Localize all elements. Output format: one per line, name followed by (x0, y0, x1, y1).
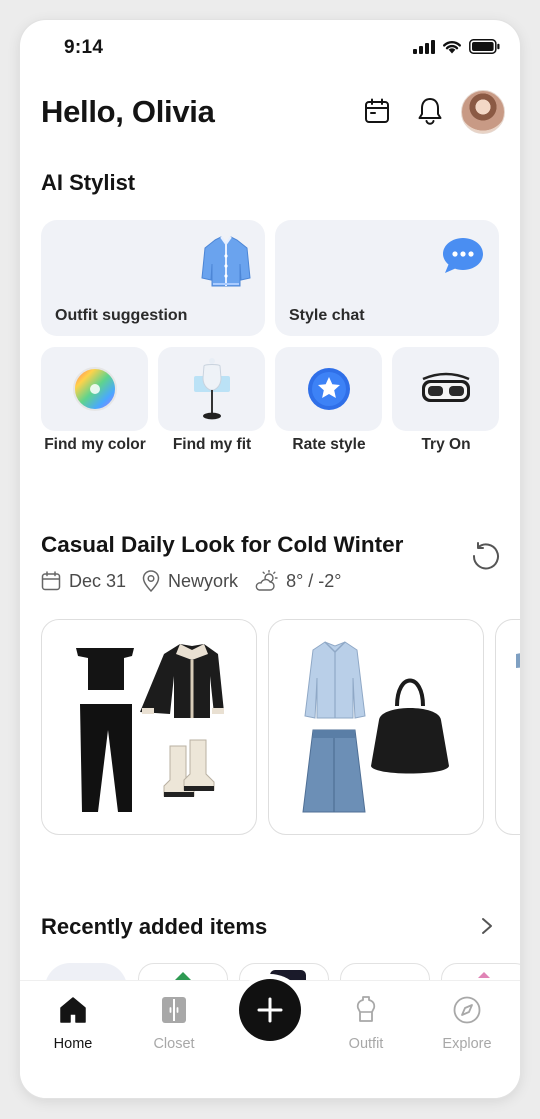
location-text: Newyork (168, 570, 239, 591)
partly-cloudy-icon (255, 570, 278, 591)
find-my-color-card[interactable] (41, 347, 148, 431)
refresh-button[interactable] (470, 541, 500, 571)
bottom-nav: Home Closet Outfit Explore (20, 979, 520, 1098)
nav-outfit-label: Outfit (348, 1036, 384, 1052)
find-my-fit-card[interactable] (158, 347, 265, 431)
dress-form-icon (356, 996, 376, 1022)
date-text: Dec 31 (69, 570, 127, 591)
daily-look-meta: Dec 31 Newyork 8° / -2° (41, 570, 357, 592)
notification-button[interactable] (415, 96, 445, 126)
outfit-2-image (302, 641, 449, 813)
outfit-suggestion-label: Outfit suggestion (55, 307, 188, 324)
weather-text: 8° / -2° (286, 570, 342, 591)
outfit-card-2[interactable] (268, 619, 484, 835)
profile-avatar[interactable] (461, 90, 505, 134)
compass-icon (453, 996, 481, 1024)
see-all-recent-button[interactable] (472, 911, 502, 941)
vr-headset-icon (421, 372, 470, 402)
nav-home[interactable]: Home (28, 995, 118, 1052)
closet-icon (162, 997, 186, 1023)
status-time: 9:14 (64, 37, 104, 58)
status-icons (413, 39, 500, 54)
bell-icon (418, 98, 442, 125)
date-group: Dec 31 (41, 571, 126, 592)
cellular-signal-icon (413, 39, 435, 54)
phone-screen: 9:14 Hello, Olivia AI Stylist Outfit sug… (20, 20, 520, 1098)
style-chat-card[interactable]: Style chat (275, 220, 499, 336)
add-item-button[interactable] (239, 979, 301, 1041)
home-icon (60, 997, 86, 1023)
rate-style-card[interactable] (275, 347, 382, 431)
calendar-small-icon (41, 571, 61, 591)
nav-home-label: Home (53, 1036, 93, 1052)
outfit-suggestion-card[interactable]: Outfit suggestion (41, 220, 265, 336)
mannequin-icon (193, 358, 230, 420)
nav-explore-label: Explore (442, 1036, 492, 1052)
wifi-icon (443, 41, 461, 54)
find-my-fit-label: Find my fit (172, 436, 252, 453)
outfit-card-1[interactable] (41, 619, 257, 835)
weather-group: 8° / -2° (254, 570, 341, 592)
nav-closet-label: Closet (153, 1036, 195, 1052)
star-badge-icon (307, 368, 350, 410)
refresh-icon (472, 542, 499, 570)
chat-bubble-icon (441, 236, 485, 281)
nav-explore[interactable]: Explore (422, 995, 512, 1052)
battery-icon (469, 39, 500, 54)
cardigan-icon (201, 234, 251, 295)
nav-closet[interactable]: Closet (129, 995, 219, 1052)
recently-added-title: Recently added items (41, 914, 268, 939)
daily-look-title: Casual Daily Look for Cold Winter (41, 532, 404, 557)
outfit-1-image (76, 644, 224, 812)
nav-outfit[interactable]: Outfit (321, 995, 411, 1052)
outfit-3-image (516, 653, 520, 668)
location-pin-icon (142, 570, 160, 592)
location-group: Newyork (142, 570, 238, 592)
try-on-card[interactable] (392, 347, 499, 431)
try-on-label: Try On (421, 436, 471, 453)
color-wheel-icon (72, 367, 117, 411)
ai-stylist-title: AI Stylist (41, 170, 136, 195)
find-my-color-label: Find my color (44, 436, 146, 453)
plus-icon (257, 997, 283, 1023)
rate-style-label: Rate style (292, 436, 366, 453)
greeting-title: Hello, Olivia (41, 94, 215, 129)
style-chat-label: Style chat (289, 307, 365, 324)
chevron-right-icon (482, 918, 492, 934)
calendar-icon (365, 98, 389, 123)
outfit-card-3[interactable] (495, 619, 520, 835)
calendar-button[interactable] (362, 96, 392, 126)
